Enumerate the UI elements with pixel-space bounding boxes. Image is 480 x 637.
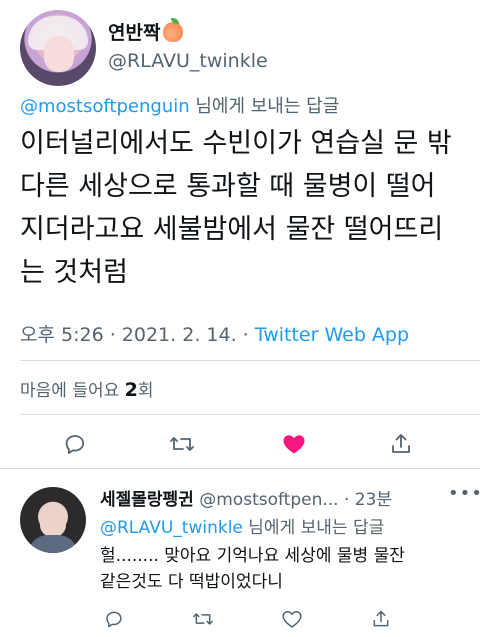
tweet-text-line: 이터널리에서도 수빈이가 연습실 문 밖 <box>20 128 452 159</box>
avatar-shirt <box>28 535 78 553</box>
reply-actions <box>0 605 480 633</box>
divider <box>20 360 480 361</box>
reply-time[interactable]: 23분 <box>355 490 392 510</box>
divider <box>20 414 480 415</box>
reply-header: 세젤몰랑펭귄 @mostsoftpen... · 23분 <box>100 485 392 510</box>
reply-button[interactable] <box>59 428 91 460</box>
reply-to-mention[interactable]: @mostsoftpenguin <box>20 96 190 117</box>
avatar-face <box>44 36 74 72</box>
heart-icon <box>283 435 305 454</box>
main-tweet: 연반짝 @RLAVU_twinkle @mostsoftpenguin 님에게 … <box>0 0 480 469</box>
like-button[interactable] <box>278 605 306 633</box>
more-icon[interactable]: ••• <box>448 483 480 504</box>
reply-tweet[interactable]: 세젤몰랑펭귄 @mostsoftpen... · 23분 ••• @RLAVU_… <box>0 469 480 637</box>
meta-separator: · <box>236 324 255 346</box>
like-button[interactable] <box>278 428 310 460</box>
avatar[interactable] <box>20 10 96 86</box>
user-handle[interactable]: @RLAVU_twinkle <box>108 50 268 72</box>
reply-icon <box>106 611 122 628</box>
likes-number: 2 <box>124 379 138 401</box>
retweet-icon <box>193 613 213 625</box>
display-name[interactable]: 연반짝 <box>108 18 184 45</box>
peach-emoji-icon <box>163 18 184 42</box>
tweet-date[interactable]: 2021. 2. 14. <box>122 324 237 346</box>
retweet-icon <box>170 437 194 451</box>
avatar-face <box>40 505 66 537</box>
reply-display-name[interactable]: 세젤몰랑펭귄 <box>100 490 194 510</box>
share-icon <box>392 434 410 453</box>
reply-to-suffix: 님에게 보내는 답글 <box>242 518 385 538</box>
tweet-text-line: 다른 세상으로 통과할 때 물병이 떨어 <box>20 171 436 202</box>
tweet-source[interactable]: Twitter Web App <box>255 324 409 346</box>
share-button[interactable] <box>385 428 417 460</box>
heart-outline-icon <box>282 610 302 628</box>
share-button[interactable] <box>367 605 395 633</box>
tweet-metadata: 오후 5:26 · 2021. 2. 14. · Twitter Web App <box>20 320 409 347</box>
meta-separator: · <box>103 324 122 346</box>
likes-unit: 회 <box>137 381 154 401</box>
reply-text: 헐........ 맞아요 기억나요 세상에 물병 물잔 같은것도 다 떡밥이었… <box>100 543 470 595</box>
reply-icon <box>65 435 85 454</box>
tweet-text: 이터널리에서도 수빈이가 연습실 문 밖 다른 세상으로 통과할 때 물병이 떨… <box>20 122 470 294</box>
reply-text-line: 같은것도 다 떡밥이었다니 <box>100 572 283 592</box>
tweet-text-line: 는 것처럼 <box>20 257 128 288</box>
meta-separator: · <box>338 490 355 510</box>
display-name-text: 연반짝 <box>108 22 161 44</box>
likes-label: 마음에 들어요 <box>20 381 125 401</box>
reply-to-line: @RLAVU_twinkle 님에게 보내는 답글 <box>100 513 384 538</box>
tweet-time[interactable]: 오후 5:26 <box>20 324 104 346</box>
reply-handle[interactable]: @mostsoftpen... <box>194 490 338 510</box>
tweet-actions <box>0 428 480 460</box>
tweet-text-line: 지더라고요 세불밤에서 물잔 떨어뜨리 <box>20 214 444 245</box>
reply-button[interactable] <box>100 605 128 633</box>
retweet-button[interactable] <box>166 428 198 460</box>
reply-avatar[interactable] <box>20 487 86 553</box>
reply-to-line: @mostsoftpenguin 님에게 보내는 답글 <box>20 92 339 118</box>
share-icon <box>373 610 389 627</box>
retweet-button[interactable] <box>189 605 217 633</box>
reply-to-suffix: 님에게 보내는 답글 <box>189 96 340 117</box>
likes-count[interactable]: 마음에 들어요 2회 <box>20 376 154 401</box>
reply-to-mention[interactable]: @RLAVU_twinkle <box>100 518 243 538</box>
reply-text-line: 헐........ 맞아요 기억나요 세상에 물병 물잔 <box>100 546 405 566</box>
